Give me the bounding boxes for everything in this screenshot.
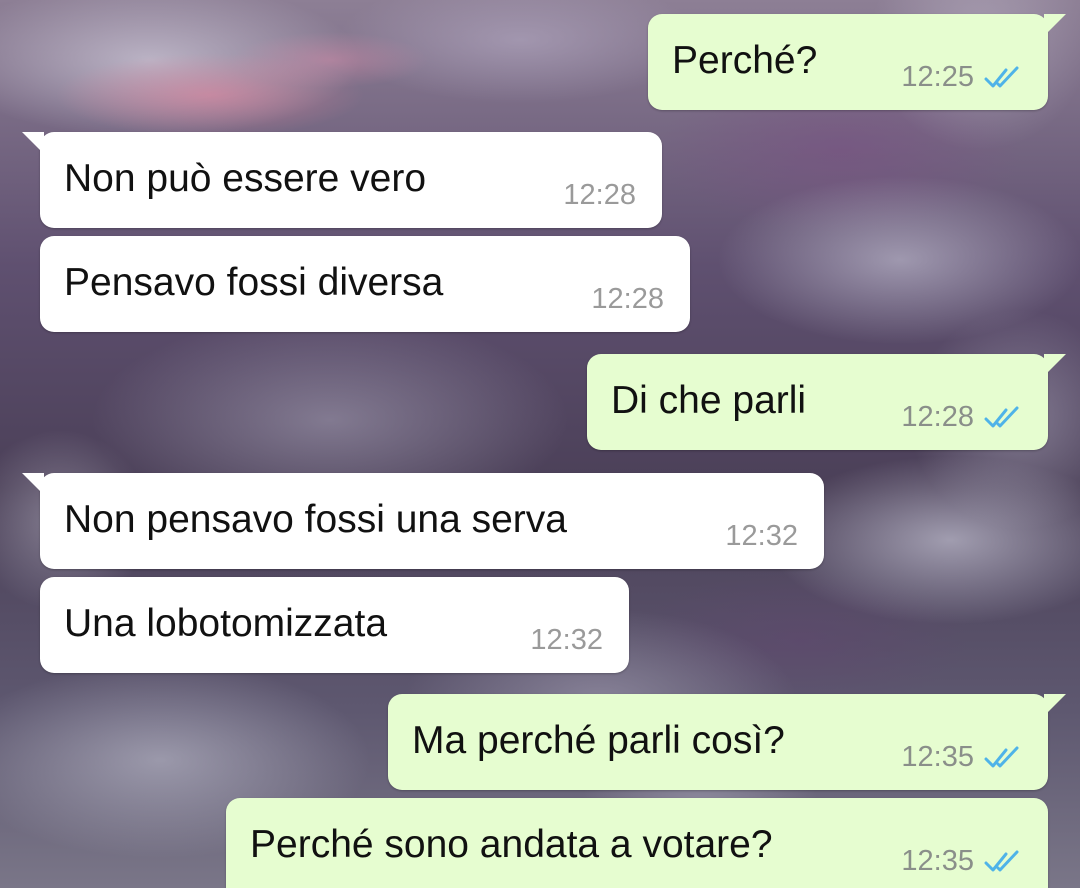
message-bubble-outgoing[interactable]: Perché sono andata a votare? 12:35 bbox=[226, 798, 1048, 888]
message-meta: 12:35 bbox=[901, 743, 1022, 772]
message-time: 12:28 bbox=[901, 401, 974, 433]
message-meta: 12:28 bbox=[901, 403, 1022, 432]
message-time: 12:32 bbox=[725, 520, 798, 552]
double-check-icon bbox=[984, 66, 1019, 87]
message-meta: 12:25 bbox=[901, 63, 1022, 92]
message-time: 12:28 bbox=[563, 179, 636, 211]
message-text: Non può essere vero bbox=[64, 157, 427, 200]
message-meta: 12:32 bbox=[530, 626, 603, 655]
message-time: 12:25 bbox=[901, 61, 974, 93]
message-bubble-outgoing[interactable]: Perché? 12:25 bbox=[648, 14, 1066, 110]
message-bubble-incoming[interactable]: Una lobotomizzata 12:32 bbox=[40, 577, 629, 673]
message-time: 12:28 bbox=[591, 283, 664, 315]
message-text: Pensavo fossi diversa bbox=[64, 261, 444, 304]
bubble-tail bbox=[1044, 694, 1066, 716]
message-text: Una lobotomizzata bbox=[64, 602, 388, 645]
message-meta: 12:28 bbox=[563, 181, 636, 210]
message-time: 12:32 bbox=[530, 624, 603, 656]
double-check-icon bbox=[984, 406, 1019, 427]
message-text: Perché? bbox=[672, 39, 818, 82]
message-bubble-incoming[interactable]: Pensavo fossi diversa 12:28 bbox=[40, 236, 690, 332]
message-text: Non pensavo fossi una serva bbox=[64, 498, 567, 541]
message-text: Perché sono andata a votare? bbox=[250, 823, 773, 866]
message-bubble-outgoing[interactable]: Ma perché parli così? 12:35 bbox=[388, 694, 1066, 790]
message-bubble-outgoing[interactable]: Di che parli 12:28 bbox=[587, 354, 1066, 450]
bubble-tail bbox=[1044, 354, 1066, 376]
double-check-icon bbox=[984, 746, 1019, 767]
message-text: Ma perché parli così? bbox=[412, 719, 785, 762]
message-meta: 12:28 bbox=[591, 285, 664, 314]
message-meta: 12:32 bbox=[725, 522, 798, 551]
double-check-icon bbox=[984, 850, 1019, 871]
bubble-tail bbox=[22, 132, 44, 154]
bubble-tail bbox=[22, 473, 44, 495]
message-bubble-incoming[interactable]: Non può essere vero 12:28 bbox=[22, 132, 662, 228]
message-time: 12:35 bbox=[901, 845, 974, 877]
message-bubble-incoming[interactable]: Non pensavo fossi una serva 12:32 bbox=[22, 473, 824, 569]
bubble-tail bbox=[1044, 14, 1066, 36]
message-time: 12:35 bbox=[901, 741, 974, 773]
message-meta: 12:35 bbox=[901, 847, 1022, 876]
message-text: Di che parli bbox=[611, 379, 807, 422]
